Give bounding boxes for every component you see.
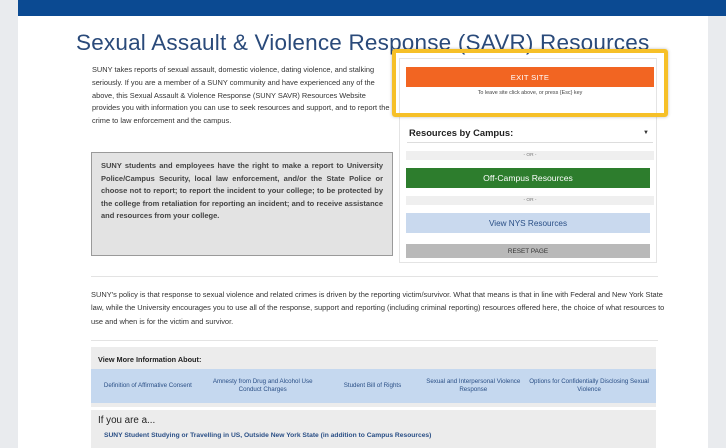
divider bbox=[91, 276, 658, 277]
reset-page-button[interactable]: RESET PAGE bbox=[406, 244, 650, 258]
rights-box: SUNY students and employees have the rig… bbox=[91, 152, 393, 256]
link-affirmative-consent[interactable]: Definition of Affirmative Consent bbox=[98, 382, 198, 390]
link-student-bill-of-rights[interactable]: Student Bill of Rights bbox=[327, 382, 417, 390]
more-info-links: Definition of Affirmative Consent Amnest… bbox=[91, 369, 656, 403]
exit-highlight-frame bbox=[392, 49, 668, 117]
or-divider: - OR - bbox=[406, 151, 654, 160]
or-divider: - OR - bbox=[406, 196, 654, 205]
header-bar bbox=[18, 0, 726, 16]
off-campus-button[interactable]: Off-Campus Resources bbox=[406, 168, 650, 188]
campus-select-label: Resources by Campus: bbox=[409, 127, 514, 138]
link-sexual-violence-response[interactable]: Sexual and Interpersonal Violence Respon… bbox=[423, 378, 523, 394]
link-out-of-state-student[interactable]: SUNY Student Studying or Travelling in U… bbox=[104, 432, 431, 439]
caret-down-icon: ▼ bbox=[643, 129, 649, 136]
campus-select[interactable]: Resources by Campus: ▼ bbox=[407, 123, 653, 143]
policy-text: SUNY's policy is that response to sexual… bbox=[91, 290, 665, 326]
if-you-are-title: If you are a... bbox=[98, 415, 156, 426]
link-confidential-disclosure[interactable]: Options for Confidentially Disclosing Se… bbox=[529, 378, 649, 394]
if-you-are-box bbox=[91, 410, 656, 448]
nys-resources-button[interactable]: View NYS Resources bbox=[406, 213, 650, 233]
intro-text: SUNY takes reports of sexual assault, do… bbox=[92, 65, 390, 126]
divider bbox=[91, 340, 658, 341]
more-info-title: View More Information About: bbox=[98, 355, 202, 364]
link-amnesty[interactable]: Amnesty from Drug and Alcohol Use Conduc… bbox=[204, 378, 322, 394]
